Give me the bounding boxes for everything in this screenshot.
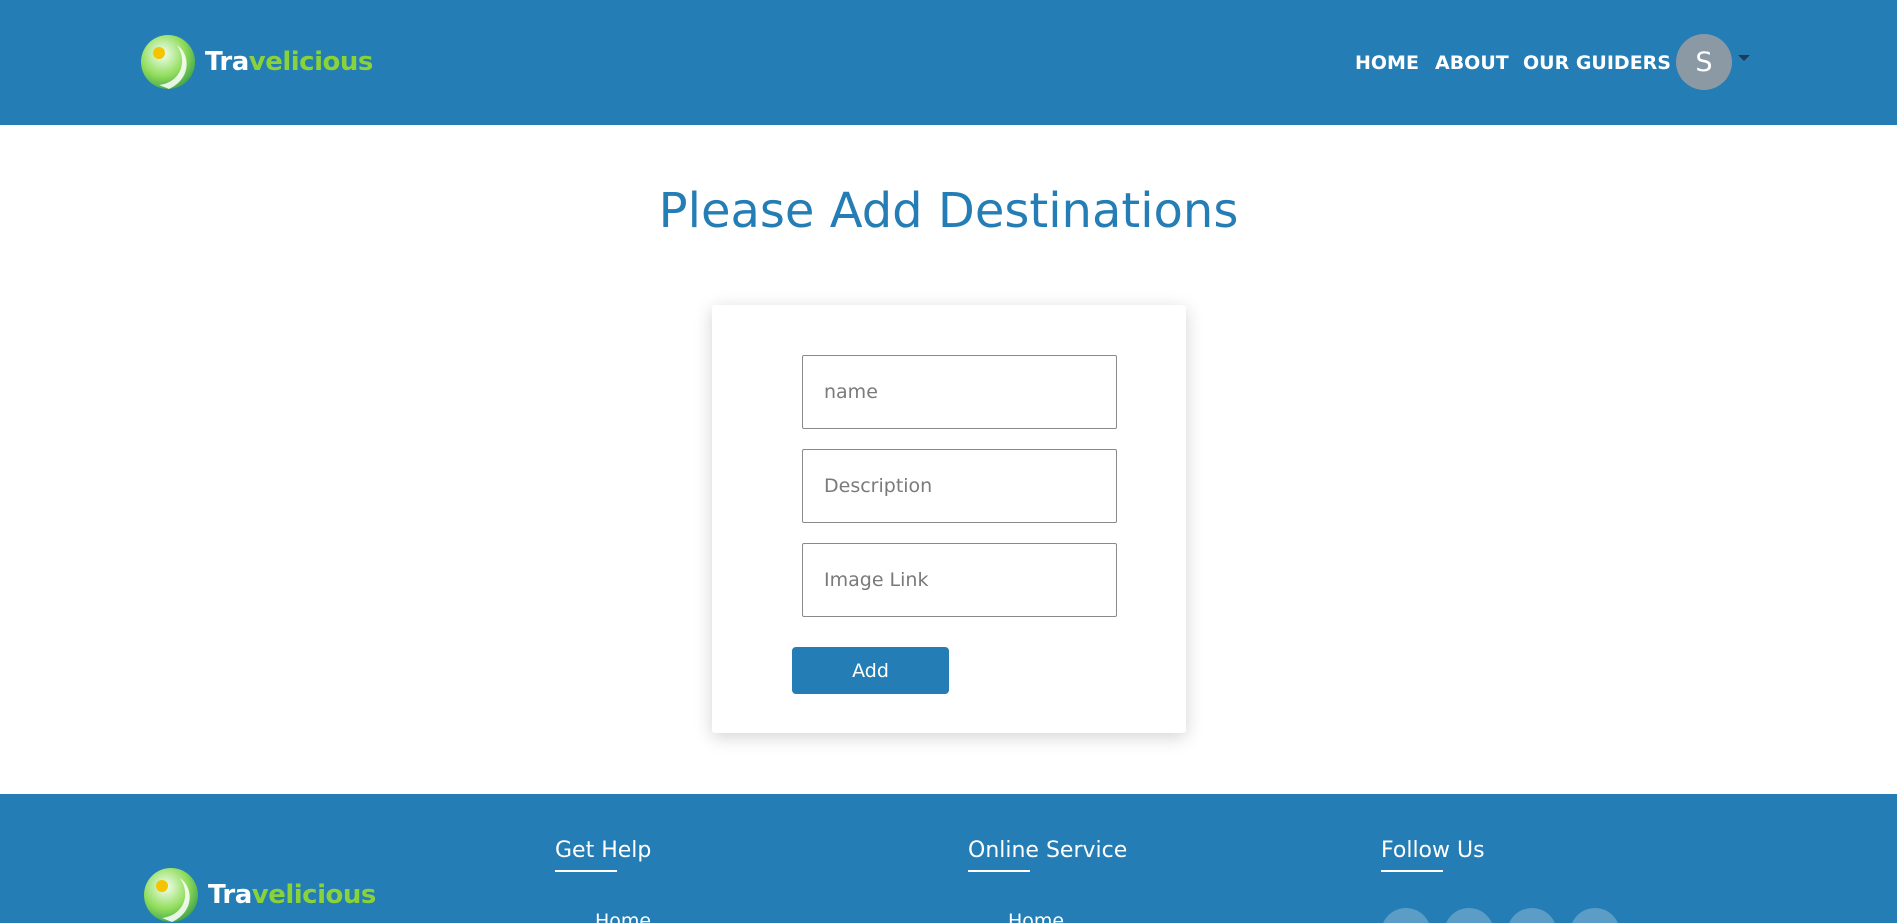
- heading-underline: [968, 870, 1030, 872]
- site-header: Travelicious HOME ABOUT OUR GUIDERS S: [0, 0, 1897, 125]
- facebook-icon[interactable]: [1381, 908, 1431, 923]
- brand-name: Travelicious: [205, 47, 373, 77]
- globe-logo-icon: [139, 33, 197, 91]
- brand-name-part2: velicious: [248, 47, 374, 77]
- brand-logo[interactable]: Travelicious: [139, 33, 373, 91]
- page-title: Please Add Destinations: [658, 183, 1239, 239]
- nav-about-link[interactable]: ABOUT: [1435, 52, 1509, 74]
- nav-home-link[interactable]: HOME: [1355, 52, 1419, 74]
- footer-link-home[interactable]: Home: [595, 910, 651, 923]
- brand-name-part1: Tra: [205, 47, 249, 77]
- footer-brand-name-part1: Tra: [208, 880, 252, 910]
- heading-underline: [555, 870, 617, 872]
- instagram-icon[interactable]: [1507, 908, 1557, 923]
- globe-logo-icon: [142, 866, 200, 923]
- description-input[interactable]: [802, 449, 1117, 523]
- footer-column-follow-us: Follow Us: [1381, 838, 1485, 872]
- footer-link-home[interactable]: Home: [1008, 910, 1064, 923]
- footer-brand-name: Travelicious: [208, 880, 376, 910]
- footer-column-get-help: Get Help Home: [555, 838, 652, 923]
- linkedin-icon[interactable]: [1570, 908, 1620, 923]
- image-link-input[interactable]: [802, 543, 1117, 617]
- footer-brand-name-part2: velicious: [251, 880, 377, 910]
- name-input[interactable]: [802, 355, 1117, 429]
- footer-column-online-service: Online Service Home: [968, 838, 1128, 923]
- footer-heading: Online Service: [968, 838, 1128, 863]
- footer-heading: Follow Us: [1381, 838, 1485, 863]
- twitter-icon[interactable]: [1444, 908, 1494, 923]
- footer-heading: Get Help: [555, 838, 652, 863]
- heading-underline: [1381, 870, 1443, 872]
- footer-brand-logo[interactable]: Travelicious: [142, 866, 376, 923]
- chevron-down-icon[interactable]: [1738, 55, 1750, 61]
- user-avatar[interactable]: S: [1676, 34, 1732, 90]
- add-destination-form: Add: [712, 305, 1186, 733]
- add-button[interactable]: Add: [792, 647, 949, 694]
- user-initial: S: [1695, 46, 1713, 78]
- site-footer: Travelicious Get Help Home Online Servic…: [0, 794, 1897, 923]
- nav-our-guiders-link[interactable]: OUR GUIDERS: [1523, 52, 1671, 74]
